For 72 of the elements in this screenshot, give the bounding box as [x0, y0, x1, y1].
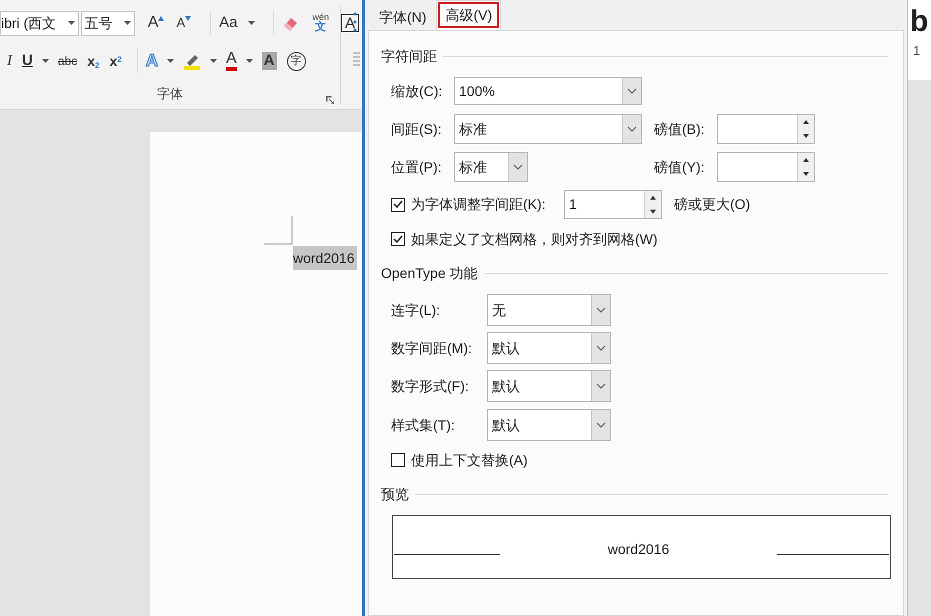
checkbox[interactable]: [391, 453, 405, 467]
tab[interactable]: 高级(V): [436, 0, 502, 30]
field-label: 间距(S):: [391, 120, 443, 139]
checkbox[interactable]: [391, 232, 405, 246]
chevron-down-icon[interactable]: [596, 345, 606, 351]
spin-field[interactable]: [717, 152, 815, 182]
dropdown-field[interactable]: 默认: [487, 332, 611, 364]
checkbox-label[interactable]: 使用上下文替换(A): [411, 450, 528, 470]
style-sample[interactable]: b: [910, 0, 931, 44]
field-label: 磅值(B):: [654, 120, 706, 139]
phonetic-guide-button[interactable]: wén 文: [309, 11, 332, 35]
font-name-field[interactable]: ibri (西文: [0, 10, 79, 36]
field-label: 数字间距(M):: [391, 338, 473, 358]
italic-button[interactable]: I: [4, 49, 15, 73]
field-label: 磅值(Y):: [654, 158, 706, 177]
section-title: 预览: [381, 484, 409, 504]
field-label: 数字形式(F):: [391, 376, 470, 396]
chevron-down-icon[interactable]: [596, 383, 606, 389]
lines-icon[interactable]: [353, 52, 360, 66]
dropdown-field[interactable]: 默认: [487, 370, 611, 402]
dropdown-arrow-icon[interactable]: [124, 20, 131, 26]
dialog-launcher-icon[interactable]: [326, 96, 334, 104]
dropdown-field[interactable]: 无: [487, 294, 611, 326]
tab[interactable]: 字体(N): [373, 4, 432, 30]
font-size-field[interactable]: 五号: [80, 10, 135, 36]
spin-field[interactable]: [717, 114, 815, 144]
section-title: OpenType 功能: [381, 264, 478, 283]
dropdown-field[interactable]: 默认: [487, 409, 611, 441]
chevron-down-icon[interactable]: [627, 88, 637, 94]
check-icon: [393, 200, 403, 209]
dropdown-arrow-icon[interactable]: [42, 58, 49, 64]
checkbox-label[interactable]: 如果定义了文档网格，则对齐到网格(W): [411, 228, 658, 250]
style-caption: 1: [912, 44, 922, 58]
dropdown-arrow-icon[interactable]: [210, 58, 217, 64]
styles-gallery[interactable]: b 1: [908, 0, 931, 80]
highlighter-icon: [182, 52, 201, 70]
section-title: 字符间距: [381, 46, 437, 66]
dropdown-field[interactable]: 100%: [454, 77, 642, 105]
subscript-button[interactable]: x$_{2}$: [84, 49, 102, 73]
superscript-button[interactable]: x$^{2}$: [106, 49, 125, 73]
checkbox[interactable]: [391, 198, 405, 212]
chevron-down-icon[interactable]: [513, 164, 523, 170]
spin-field[interactable]: 1: [564, 190, 662, 219]
chevron-down-icon[interactable]: [627, 126, 637, 132]
up-arrow-icon: [158, 16, 164, 20]
field-label: 连字(L):: [391, 300, 441, 320]
dropdown-arrow-icon[interactable]: [166, 58, 174, 64]
dropdown-field[interactable]: 标准: [454, 114, 642, 144]
grow-font-button[interactable]: A: [144, 11, 168, 35]
margin-corner-mark: [264, 216, 293, 245]
selected-text[interactable]: word2016: [293, 246, 356, 270]
dropdown-arrow-icon[interactable]: [246, 58, 253, 64]
font-color-button[interactable]: A: [222, 49, 240, 73]
dropdown-field[interactable]: 标准: [454, 152, 528, 182]
chevron-down-icon[interactable]: [596, 422, 606, 428]
field-label: 位置(P):: [391, 158, 443, 177]
down-arrow-icon: [185, 16, 192, 20]
dropdown-arrow-icon[interactable]: [248, 20, 256, 26]
underline-button[interactable]: U: [19, 49, 36, 73]
chevron-down-icon[interactable]: [596, 307, 606, 313]
group-label: 字体: [157, 85, 183, 103]
checkbox-label[interactable]: 为字体调整字间距(K):: [411, 194, 564, 215]
check-icon: [393, 234, 403, 244]
preview-text: word2016: [606, 540, 670, 558]
more-options-icon[interactable]: [353, 12, 357, 32]
change-case-button[interactable]: Aa: [210, 11, 240, 35]
field-label: 缩放(C):: [391, 82, 444, 101]
unit-label: 磅或更大(O): [674, 195, 750, 214]
field-label: 样式集(T):: [391, 416, 456, 435]
strikethrough-button[interactable]: abc: [54, 49, 80, 73]
dropdown-arrow-icon[interactable]: [68, 20, 75, 26]
shrink-font-button[interactable]: A: [173, 11, 194, 35]
